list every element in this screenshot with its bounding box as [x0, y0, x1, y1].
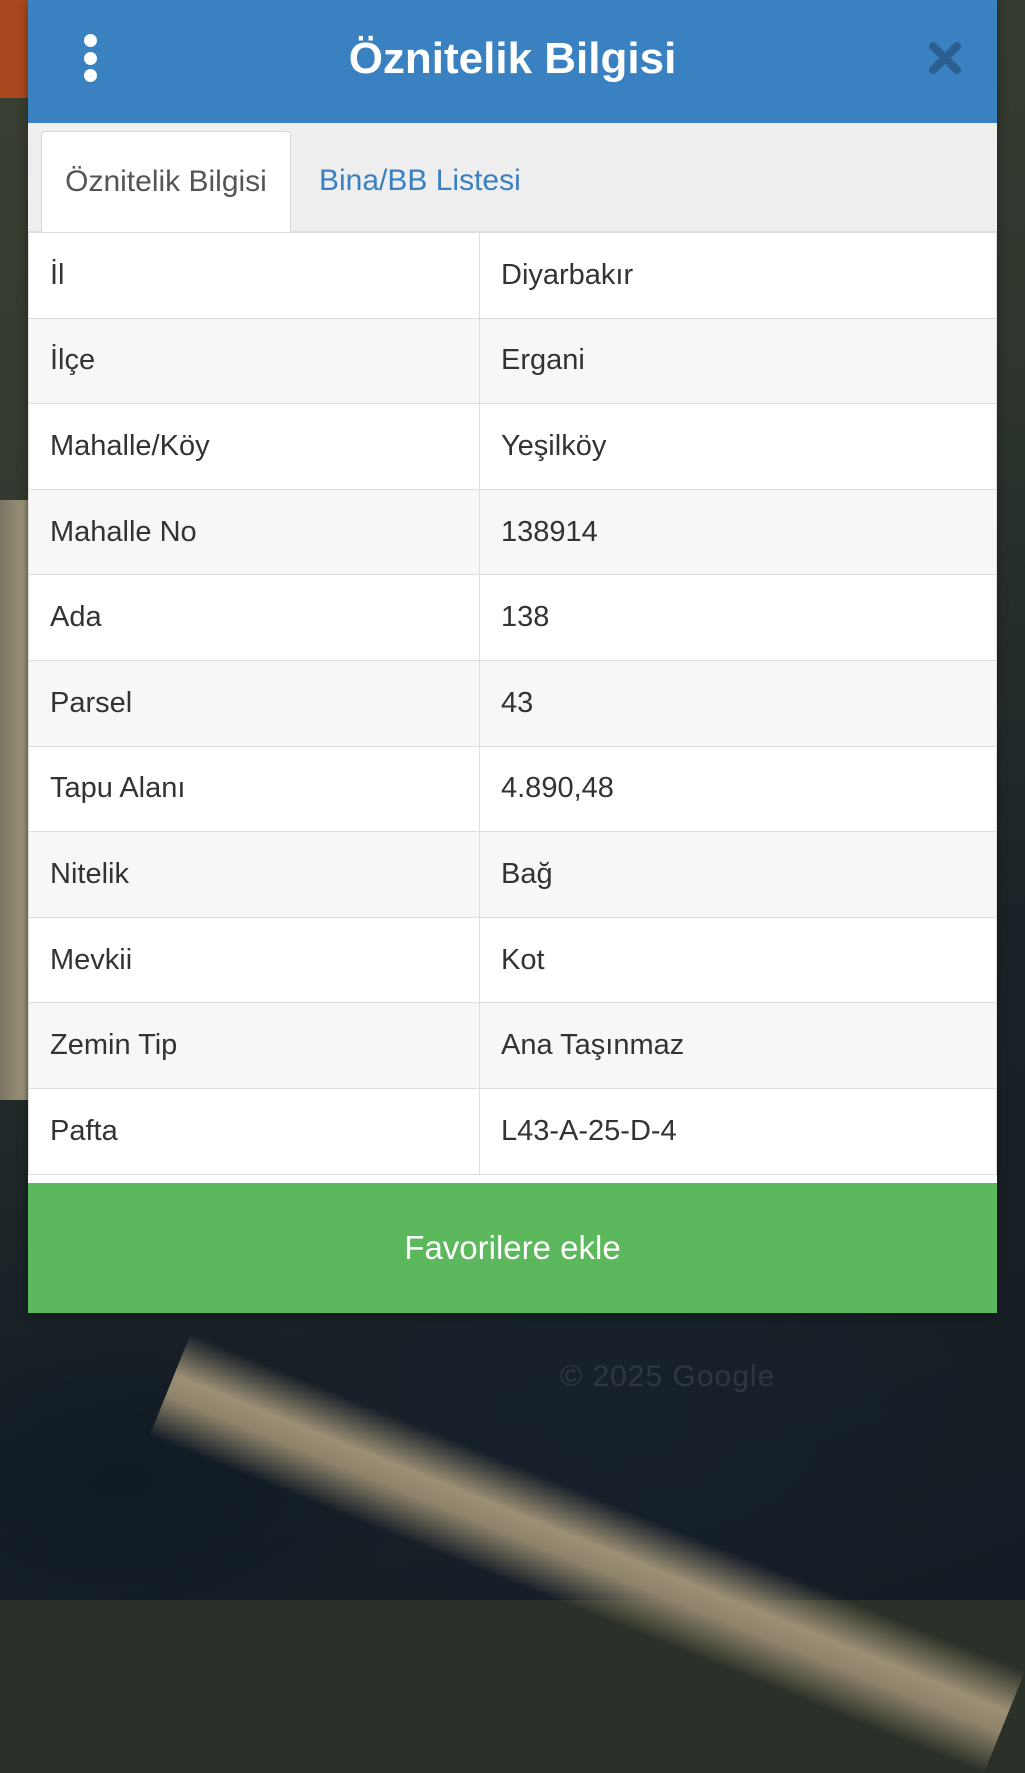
attribute-key: İlçe	[28, 317, 480, 405]
dialog-title: Öznitelik Bilgisi	[348, 33, 677, 83]
attribute-value: 138	[479, 574, 997, 661]
attribute-key: Tapu Alanı	[28, 745, 480, 833]
close-icon[interactable]	[927, 38, 963, 78]
attribute-key: Pafta	[28, 1087, 480, 1175]
table-row: İl Diyarbakır	[28, 232, 997, 319]
attribute-key: Nitelik	[28, 831, 480, 918]
attribute-value: Diyarbakır	[479, 232, 997, 319]
more-vertical-icon[interactable]	[72, 34, 108, 82]
attribute-key: Mahalle No	[28, 488, 480, 576]
table-row: İlçe Ergani	[28, 317, 997, 405]
attribute-value: 138914	[479, 488, 997, 576]
attribute-value: 43	[479, 659, 997, 747]
dialog-header: Öznitelik Bilgisi	[28, 0, 997, 123]
table-row: Pafta L43-A-25-D-4	[28, 1087, 997, 1175]
table-row: Zemin Tip Ana Taşınmaz	[28, 1002, 997, 1089]
table-row: Tapu Alanı 4.890,48	[28, 745, 997, 833]
attribute-value: Ergani	[479, 317, 997, 405]
attribute-value: 4.890,48	[479, 745, 997, 833]
table-row: Nitelik Bağ	[28, 831, 997, 918]
tab-attribute-info[interactable]: Öznitelik Bilgisi	[41, 131, 291, 232]
attribute-key: Mevkii	[28, 916, 480, 1004]
attribute-key: Parsel	[28, 659, 480, 747]
attribute-info-dialog: Öznitelik Bilgisi Öznitelik Bilgisi Bina…	[28, 0, 997, 1313]
table-row: Ada 138	[28, 574, 997, 661]
attribute-key: Zemin Tip	[28, 1002, 480, 1089]
table-row: Mahalle No 138914	[28, 488, 997, 576]
tab-bar: Öznitelik Bilgisi Bina/BB Listesi	[28, 123, 997, 232]
attribute-value: Kot	[479, 916, 997, 1004]
map-marker-edge	[0, 0, 28, 98]
attribute-key: Mahalle/Köy	[28, 403, 480, 490]
attribute-table: İl Diyarbakır İlçe Ergani Mahalle/Köy Yeşilkö…	[28, 232, 997, 1175]
attribute-value: Bağ	[479, 831, 997, 918]
table-row: Parsel 43	[28, 659, 997, 747]
attribute-value: Ana Taşınmaz	[479, 1002, 997, 1089]
table-row: Mevkii Kot	[28, 916, 997, 1004]
map-watermark: © 2025 Google	[560, 1360, 776, 1393]
attribute-key: İl	[28, 232, 480, 319]
attribute-key: Ada	[28, 574, 480, 661]
table-row: Mahalle/Köy Yeşilköy	[28, 403, 997, 490]
attribute-value: Yeşilköy	[479, 403, 997, 490]
tab-building-list[interactable]: Bina/BB Listesi	[319, 131, 521, 231]
add-to-favorites-button[interactable]: Favorilere ekle	[28, 1183, 997, 1313]
attribute-value: L43-A-25-D-4	[479, 1087, 997, 1175]
